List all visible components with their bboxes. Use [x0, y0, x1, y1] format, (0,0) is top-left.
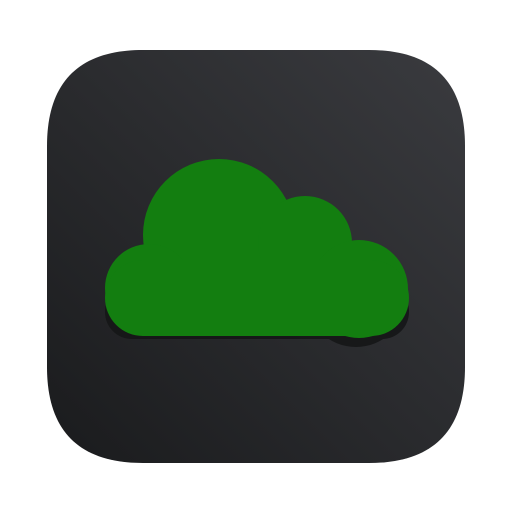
- app-icon-graphic: [47, 50, 465, 463]
- icon-canvas: [0, 0, 512, 512]
- cloud-app-icon[interactable]: [47, 50, 465, 463]
